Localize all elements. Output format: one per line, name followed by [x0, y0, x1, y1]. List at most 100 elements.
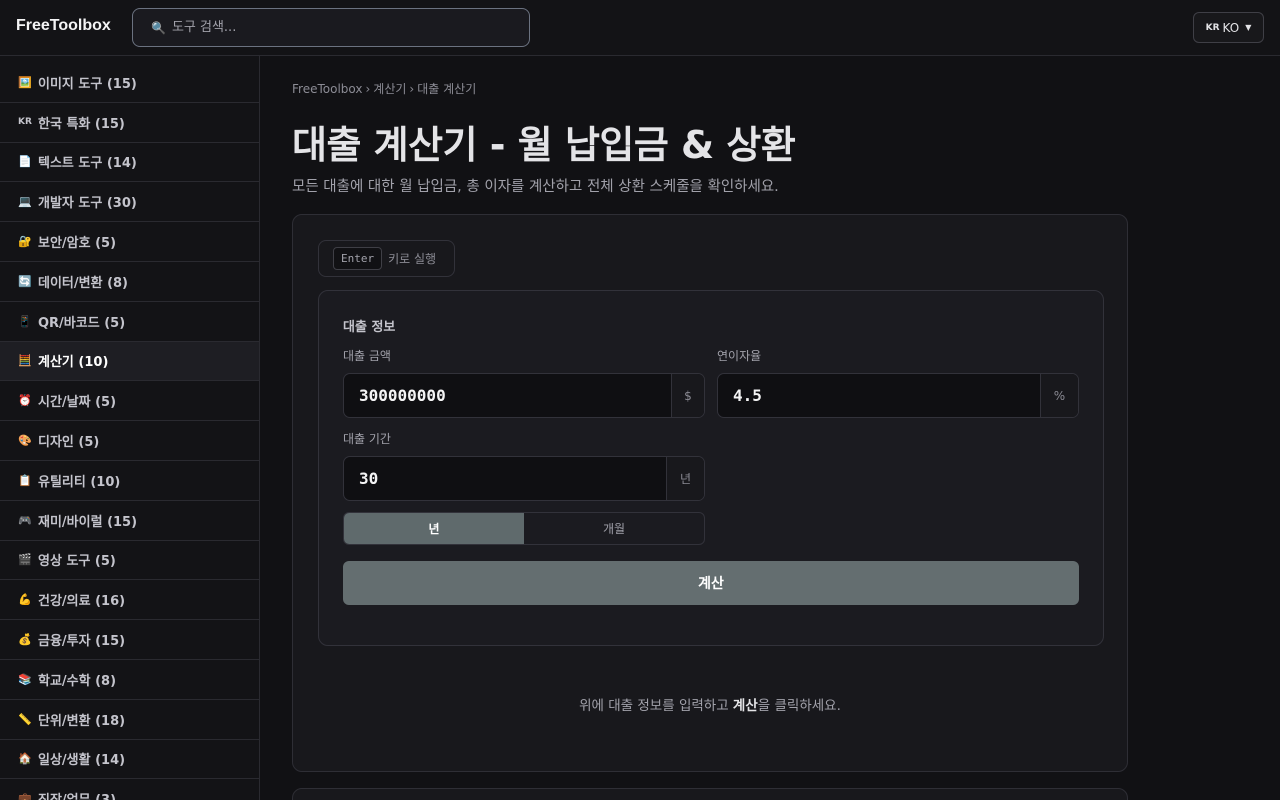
search-icon: 🔍	[151, 20, 166, 35]
page-title: 대출 계산기 - 월 납입금 & 상환	[292, 123, 796, 167]
search-input[interactable]	[171, 20, 512, 35]
sidebar-item-label: 텍스트 도구 (14)	[38, 156, 137, 172]
result-suffix: 을 클릭하세요.	[757, 698, 841, 714]
category-icon: 📚	[18, 672, 32, 686]
category-sidebar: 🖼️ 이미지 도구 (15) KR 한국 특화 (15) 📄 텍스트 도구 (14) 💻 개발…	[0, 63, 260, 800]
keyboard-hint: Enter 키로 실행	[318, 240, 455, 277]
sidebar-item-label: 일상/생활 (14)	[38, 753, 126, 769]
sidebar-item-label: 건강/의료 (16)	[38, 594, 126, 610]
sidebar-item[interactable]: KR 한국 특화 (15)	[0, 103, 259, 143]
sidebar-item[interactable]: 🖼️ 이미지 도구 (15)	[0, 63, 259, 103]
language-selector[interactable]: KR KO ▼	[1193, 12, 1264, 43]
sidebar-top-gap	[0, 56, 260, 63]
amount-input[interactable]	[344, 374, 671, 417]
sidebar-item[interactable]: 🧮 계산기 (10)	[0, 341, 259, 382]
category-icon: 📱	[18, 314, 32, 328]
sidebar-item-label: 한국 특화 (15)	[38, 116, 125, 132]
sidebar-item-label: 이미지 도구 (15)	[38, 76, 137, 92]
sidebar-item[interactable]: 💰 금융/투자 (15)	[0, 620, 259, 660]
sidebar-item[interactable]: 🔄 데이터/변환 (8)	[0, 262, 259, 302]
term-label: 대출 기간	[343, 432, 391, 446]
sidebar-item[interactable]: 💪 건강/의료 (16)	[0, 580, 259, 621]
sidebar-item[interactable]: 🎨 디자인 (5)	[0, 421, 259, 461]
section-title: 대출 정보	[343, 320, 396, 335]
sidebar-item[interactable]: 🔐 보안/암호 (5)	[0, 222, 259, 262]
category-icon: 💰	[18, 633, 32, 647]
category-icon: 🔄	[18, 274, 32, 288]
category-icon: ⏰	[18, 394, 32, 408]
category-icon: 📋	[18, 473, 32, 487]
site-logo[interactable]: FreeToolbox	[16, 17, 111, 35]
term-unit-toggle: 년 개월	[343, 512, 705, 545]
rate-label: 연이자율	[717, 349, 762, 363]
sidebar-item[interactable]: 📄 텍스트 도구 (14)	[0, 143, 259, 183]
category-icon: 🧮	[18, 354, 32, 368]
category-icon: 💼	[18, 792, 32, 800]
top-header: FreeToolbox 🔍 KR KO ▼	[0, 0, 1280, 56]
flag-icon: KR	[1205, 22, 1220, 33]
percent-unit: %	[1040, 374, 1078, 417]
term-input[interactable]	[344, 457, 666, 500]
result-prefix: 위에 대출 정보를 입력하고	[579, 698, 733, 714]
amount-field: $	[343, 373, 705, 418]
toggle-months[interactable]: 개월	[524, 513, 704, 544]
sidebar-item[interactable]: 📚 학교/수학 (8)	[0, 660, 259, 700]
sidebar-item[interactable]: ⏰ 시간/날짜 (5)	[0, 381, 259, 422]
sidebar-item-label: 디자인 (5)	[38, 435, 100, 451]
calculator-card: Enter 키로 실행 대출 정보 대출 금액 $ 연이자율 % 대출 기간 년…	[292, 214, 1128, 772]
category-icon: 📏	[18, 712, 32, 726]
breadcrumb-category[interactable]: 계산기	[373, 82, 406, 96]
sidebar-item[interactable]: 🎬 영상 도구 (5)	[0, 541, 259, 581]
sidebar-item-label: 단위/변환 (18)	[38, 713, 126, 729]
breadcrumb-home[interactable]: FreeToolbox	[292, 82, 362, 96]
sidebar-item-label: 영상 도구 (5)	[38, 554, 116, 570]
breadcrumb: FreeToolbox › 계산기 › 대출 계산기	[292, 82, 477, 96]
result-bold: 계산	[732, 698, 758, 714]
caret-down-icon: ▼	[1245, 23, 1252, 32]
sidebar-item[interactable]: 💼 직장/업무 (3)	[0, 779, 259, 800]
keyboard-hint-text: 키로 실행	[388, 252, 437, 266]
toggle-years[interactable]: 년	[344, 513, 524, 544]
loan-info-panel: 대출 정보 대출 금액 $ 연이자율 % 대출 기간 년 년 개월 계산	[318, 290, 1104, 646]
sidebar-item-label: 재미/바이럴 (15)	[38, 514, 138, 530]
sidebar-item-label: 직장/업무 (3)	[38, 789, 116, 800]
category-icon: 🏠	[18, 752, 32, 766]
sidebar-item[interactable]: 💻 개발자 도구 (30)	[0, 182, 259, 223]
rate-field: %	[717, 373, 1079, 418]
sidebar-item[interactable]: 📋 유틸리티 (10)	[0, 461, 259, 501]
sidebar-item[interactable]: 🎮 재미/바이럴 (15)	[0, 501, 259, 541]
rate-input[interactable]	[718, 374, 1040, 417]
sidebar-item-label: 계산기 (10)	[38, 355, 109, 371]
sidebar-item-label: 데이터/변환 (8)	[38, 275, 129, 291]
category-icon: 📄	[18, 155, 32, 169]
currency-unit: $	[671, 374, 704, 417]
search-box[interactable]: 🔍	[132, 8, 530, 47]
category-icon: 🎬	[18, 553, 32, 567]
category-icon: KR	[18, 117, 32, 128]
sidebar-item[interactable]: 📱 QR/바코드 (5)	[0, 302, 259, 342]
sidebar-item-label: 금융/투자 (15)	[38, 634, 126, 650]
category-icon: 🎨	[18, 434, 32, 448]
term-field: 년	[343, 456, 705, 501]
category-icon: 🔐	[18, 235, 32, 249]
language-label: KO	[1222, 20, 1240, 35]
result-placeholder: 위에 대출 정보를 입력하고 계산을 클릭하세요.	[293, 694, 1127, 714]
page-description: 모든 대출에 대한 월 납입금, 총 이자를 계산하고 전체 상환 스케줄을 확…	[292, 179, 779, 195]
sidebar-item-label: 시간/날짜 (5)	[38, 395, 117, 411]
sidebar-item-label: 개발자 도구 (30)	[38, 196, 137, 212]
amount-label: 대출 금액	[343, 349, 391, 363]
sidebar-item[interactable]: 🏠 일상/생활 (14)	[0, 740, 259, 780]
sidebar-item-label: 보안/암호 (5)	[38, 236, 117, 252]
sidebar-item-label: 학교/수학 (8)	[38, 673, 117, 689]
category-icon: 💻	[18, 195, 32, 209]
sidebar-item[interactable]: 📏 단위/변환 (18)	[0, 700, 259, 740]
category-icon: 🎮	[18, 513, 32, 527]
sidebar-item-label: 유틸리티 (10)	[38, 474, 121, 490]
category-icon: 🖼️	[18, 75, 32, 89]
enter-key: Enter	[333, 247, 383, 270]
sidebar-item-label: QR/바코드 (5)	[38, 315, 126, 331]
calculate-button[interactable]: 계산	[343, 561, 1079, 605]
category-icon: 💪	[18, 593, 32, 607]
breadcrumb-current: 대출 계산기	[417, 82, 477, 96]
secondary-card	[292, 788, 1128, 800]
